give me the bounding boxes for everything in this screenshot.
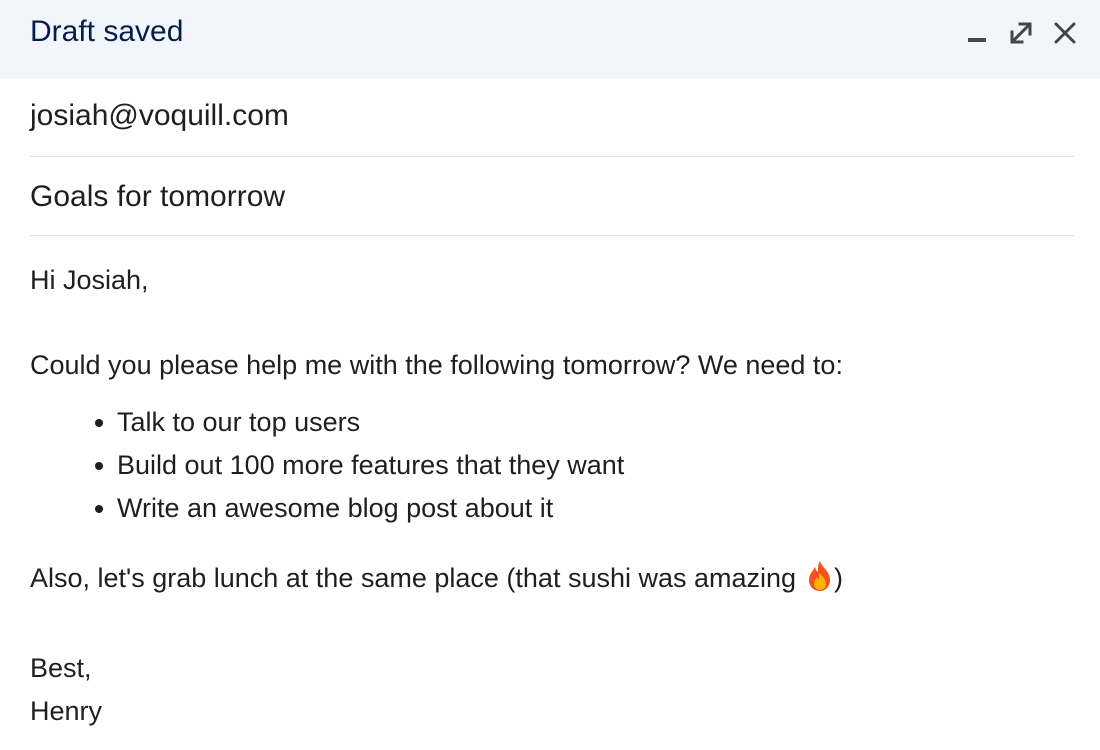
minimize-icon	[966, 22, 988, 49]
expand-icon	[1008, 20, 1034, 51]
window-controls	[962, 18, 1080, 52]
closing-line: Best,	[30, 653, 92, 683]
list-item: Talk to our top users	[95, 401, 1074, 444]
lunch-text: Also, let's grab lunch at the same place…	[30, 563, 797, 593]
fire-emoji-icon	[806, 560, 834, 605]
close-button[interactable]	[1050, 18, 1080, 52]
goals-list: Talk to our top users Build out 100 more…	[30, 401, 1074, 530]
list-item: Write an awesome blog post about it	[95, 487, 1074, 530]
popout-button[interactable]	[1006, 18, 1036, 52]
greeting-line: Hi Josiah,	[30, 265, 149, 295]
subject-field[interactable]: Goals for tomorrow	[30, 157, 1074, 236]
compose-header: Draft saved	[0, 0, 1100, 79]
intro-line: Could you please help me with the follow…	[30, 350, 843, 380]
close-icon	[1053, 21, 1077, 50]
minimize-button[interactable]	[962, 18, 992, 52]
message-body[interactable]: Hi Josiah, Could you please help me with…	[30, 259, 1074, 733]
signature-line: Henry	[30, 696, 103, 726]
lunch-close-paren: )	[834, 563, 844, 593]
draft-status-title: Draft saved	[30, 15, 184, 48]
lunch-line: Also, let's grab lunch at the same place…	[30, 557, 1074, 605]
list-item: Build out 100 more features that they wa…	[95, 444, 1074, 487]
recipients-field[interactable]: josiah@voquill.com	[30, 79, 1074, 157]
